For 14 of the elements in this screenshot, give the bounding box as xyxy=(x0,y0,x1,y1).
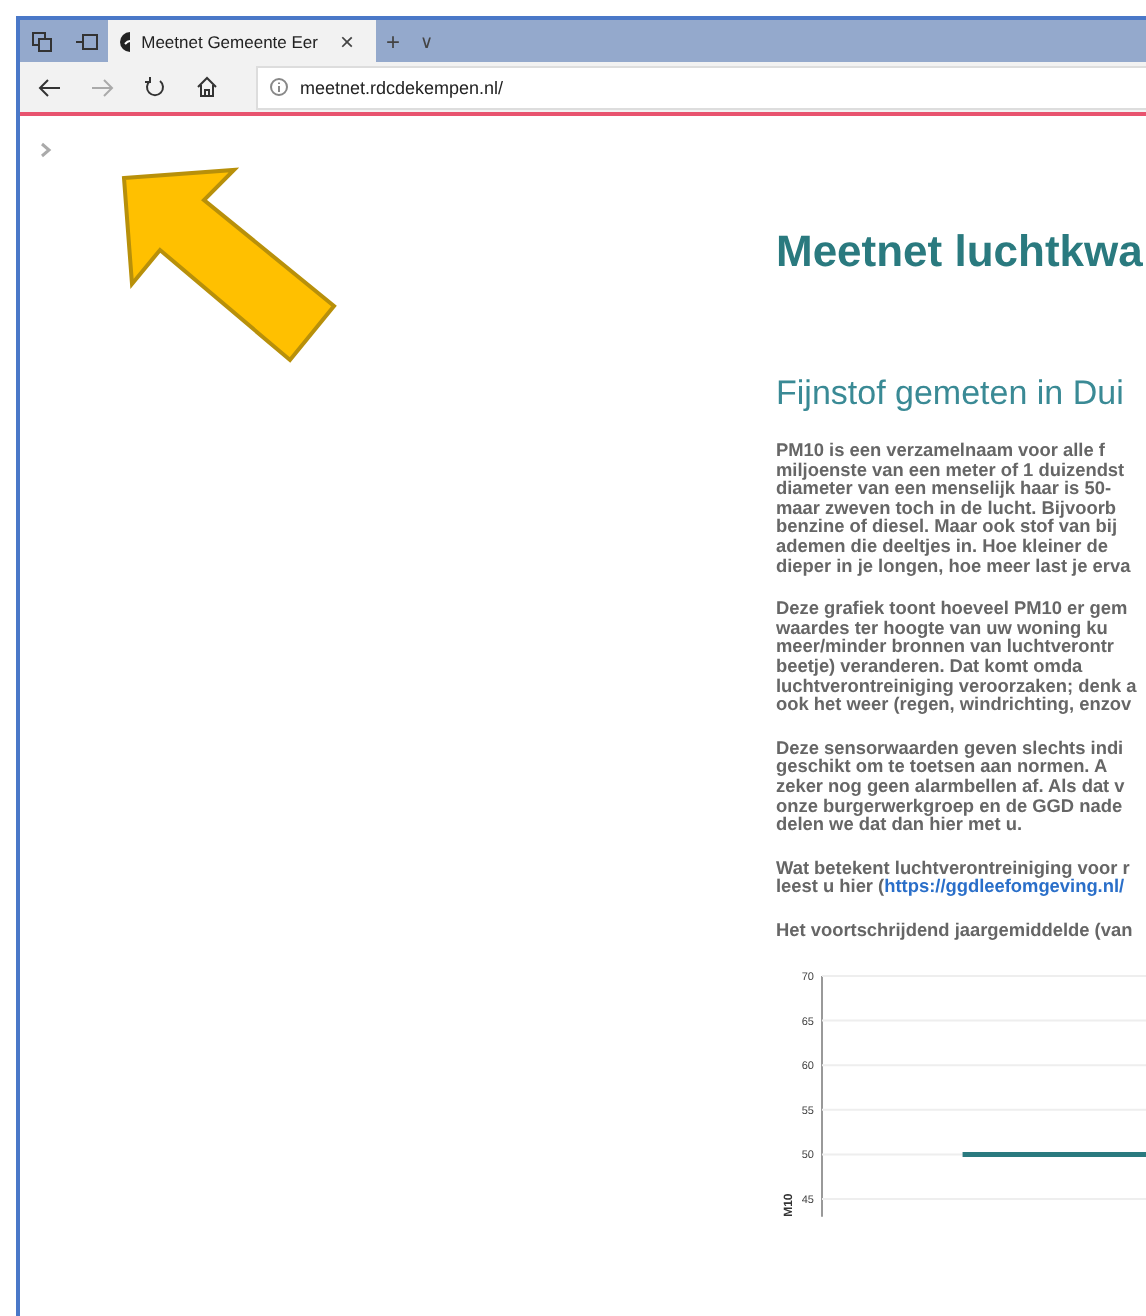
link[interactable]: https://ggdleefomgeving.nl/ xyxy=(884,876,1125,897)
info-icon xyxy=(270,78,288,96)
section-heading: Fijnstof gemeten in Dui xyxy=(776,374,1126,414)
paragraph: PM10 is een verzamelnaam voor alle f miljoenste van een meter of 1 duizendst diameter van een menselijk haar is 50- maar zweven toch in de lucht. Bijvoorb benzine of diesel. Maar ook stof van bij ademen die deeltjes in. Hoe kleiner de dieper in je longen, hoe meer last je erva xyxy=(776,442,1133,577)
paragraph: Deze grafiek toont hoeveel PM10 er gem waardes ter hoogte van uw woning ku meer/minder bronnen van luchtverontr beetje) veranderen. Dat komt omda luchtverontreiniging veroorzaken; denk a ook het weer (regen, windrichting, enzov xyxy=(776,600,1139,716)
browser-tab[interactable]: Meetnet Gemeente Eer × xyxy=(108,20,376,62)
page-title: Meetnet luchtkwa xyxy=(776,226,1145,278)
paragraph: Wat betekent luchtverontreiniging voor r leest u hier (https://ggdleefomgeving.nl/ xyxy=(776,859,1132,898)
paragraph: Het voortschrijdend jaargemiddelde (van xyxy=(776,921,1135,941)
new-tab-button[interactable]: + xyxy=(376,20,411,62)
address-bar[interactable]: meetnet.rdcdekempen.nl/ xyxy=(256,65,1146,109)
paragraph: Deze sensorwaarden geven slechts indi geschikt om te toetsen aan normen. A zeker nog geen alarmbellen af. Als dat v onze burgerwerkgroep en de GGD nade delen we dat dan hier met u. xyxy=(776,739,1127,836)
tab-menu-button[interactable]: ∨ xyxy=(410,20,445,62)
close-tab-button[interactable]: × xyxy=(329,27,364,55)
